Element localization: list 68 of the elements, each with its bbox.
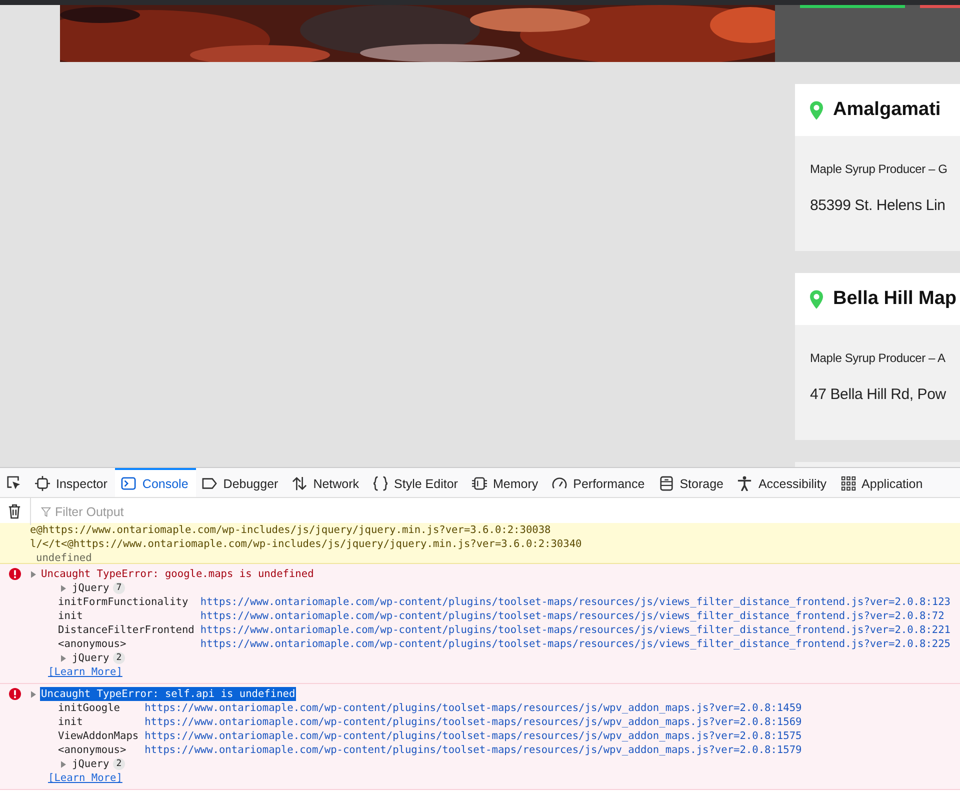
result-text: undefined	[35, 551, 93, 565]
storage-icon[interactable]	[658, 476, 674, 491]
frame-group[interactable]: jQuery	[72, 581, 110, 595]
braces-icon[interactable]	[373, 476, 388, 491]
filter-field[interactable]: Filter Output	[55, 504, 255, 518]
function-name: <anonymous>	[58, 743, 128, 757]
learn-more-link[interactable]: [Learn More]	[48, 772, 122, 784]
source-link[interactable]: https://www.ontariomaple.com/wp-content/plugins/toolset-maps/resources/js/wpv_addon_maps.js?ver=2.0.8:1459	[144, 701, 802, 715]
grid-icon[interactable]	[840, 476, 856, 491]
map-pin-icon	[810, 290, 823, 308]
function-name: DistanceFilterFrontend	[58, 623, 194, 637]
count-badge: 2	[113, 652, 125, 664]
source-link[interactable]: https://www.ontariomaple.com/wp-content/plugins/toolset-maps/resources/js/views_filter_distance_frontend.js?ver=2.0.8:123	[200, 595, 950, 609]
person-icon[interactable]	[737, 476, 752, 491]
function-name: initGoogle	[58, 701, 121, 715]
gauge-icon[interactable]	[552, 476, 568, 491]
expand-icon[interactable]	[31, 690, 36, 698]
error-message[interactable]: Uncaught TypeError: self.api is undefined	[40, 687, 296, 701]
trash-icon[interactable]	[8, 504, 21, 519]
devtools-tab[interactable]: Application	[834, 468, 931, 497]
console-icon[interactable]	[121, 476, 136, 491]
error-message[interactable]: Uncaught TypeError: google.maps is undefined	[40, 567, 315, 581]
expand-icon[interactable]	[31, 570, 36, 578]
count-badge: 7	[113, 582, 125, 594]
devtools-tab[interactable]: Inspector	[29, 468, 116, 497]
chip-icon[interactable]	[472, 476, 487, 491]
listing-address: 47 Bella Hill Rd, Pow	[810, 386, 947, 403]
source-link[interactable]: https://www.ontariomaple.com/wp-content/plugins/toolset-maps/resources/js/views_filter_distance_frontend.js?ver=2.0.8:221	[200, 623, 950, 637]
devtools-tab[interactable]: Storage	[652, 468, 732, 497]
source-link[interactable]: https://www.ontariomaple.com/wp-content/plugins/toolset-maps/resources/js/wpv_addon_maps.js?ver=2.0.8:1569	[144, 715, 802, 729]
function-name: initFormFunctionality	[58, 595, 190, 609]
function-name: <anonymous>	[58, 637, 128, 651]
devtools-tab[interactable]: Performance	[546, 468, 653, 497]
devtools-tab[interactable]: Accessibility	[731, 468, 835, 497]
function-name: ViewAddonMaps	[58, 729, 139, 743]
error-icon	[9, 688, 21, 700]
network-icon[interactable]	[292, 476, 308, 491]
learn-more-link[interactable]: [Learn More]	[48, 666, 122, 678]
listing-category: Maple Syrup Producer – A	[810, 351, 946, 365]
expand-icon[interactable]	[61, 654, 66, 662]
expand-icon[interactable]	[61, 760, 66, 768]
devtools-tab[interactable]: Debugger	[196, 468, 286, 497]
source-link[interactable]: https://www.ontariomaple.com/wp-content/plugins/toolset-maps/resources/js/wpv_addon_maps.js?ver=2.0.8:1575	[144, 729, 802, 743]
frame-group[interactable]: jQuery	[72, 757, 110, 771]
function-name: init	[58, 609, 84, 623]
expand-icon[interactable]	[61, 584, 66, 592]
listing-title[interactable]: Amalgamati	[833, 99, 941, 121]
devtools-tab[interactable]: Memory	[466, 468, 546, 497]
debugger-icon[interactable]	[202, 476, 218, 491]
inspector-icon[interactable]	[35, 476, 50, 491]
filter-icon	[41, 506, 51, 516]
error-icon	[9, 568, 21, 580]
devtools-tab[interactable]: Style Editor	[367, 468, 466, 497]
count-badge: 2	[113, 758, 125, 770]
listing-category: Maple Syrup Producer – G	[810, 162, 948, 176]
source-link[interactable]: https://www.ontariomaple.com/wp-content/plugins/toolset-maps/resources/js/views_filter_distance_frontend.js?ver=2.0.8:72	[200, 609, 950, 623]
frame-group[interactable]: jQuery	[72, 651, 110, 665]
map-pin-icon	[810, 100, 823, 120]
listing-title[interactable]: Bella Hill Map	[833, 288, 957, 310]
stack-line: e@https://www.ontariomaple.com/wp-includes/js/jquery/jquery.min.js?ver=3.6.0:2:30038	[30, 523, 552, 537]
source-link[interactable]: https://www.ontariomaple.com/wp-content/plugins/toolset-maps/resources/js/views_filter_distance_frontend.js?ver=2.0.8:225	[200, 637, 950, 651]
element-picker-icon[interactable]	[6, 475, 21, 490]
devtools-tab[interactable]: Console	[115, 468, 196, 497]
devtools-tab[interactable]: Network	[286, 468, 368, 497]
stack-line: l/</t<@https://www.ontariomaple.com/wp-includes/js/jquery/jquery.min.js?ver=3.6.0:2:30340	[30, 537, 583, 551]
source-link[interactable]: https://www.ontariomaple.com/wp-content/plugins/toolset-maps/resources/js/wpv_addon_maps.js?ver=2.0.8:1579	[144, 743, 802, 757]
function-name: init	[58, 715, 84, 729]
listing-address: 85399 St. Helens Lin	[810, 197, 946, 214]
